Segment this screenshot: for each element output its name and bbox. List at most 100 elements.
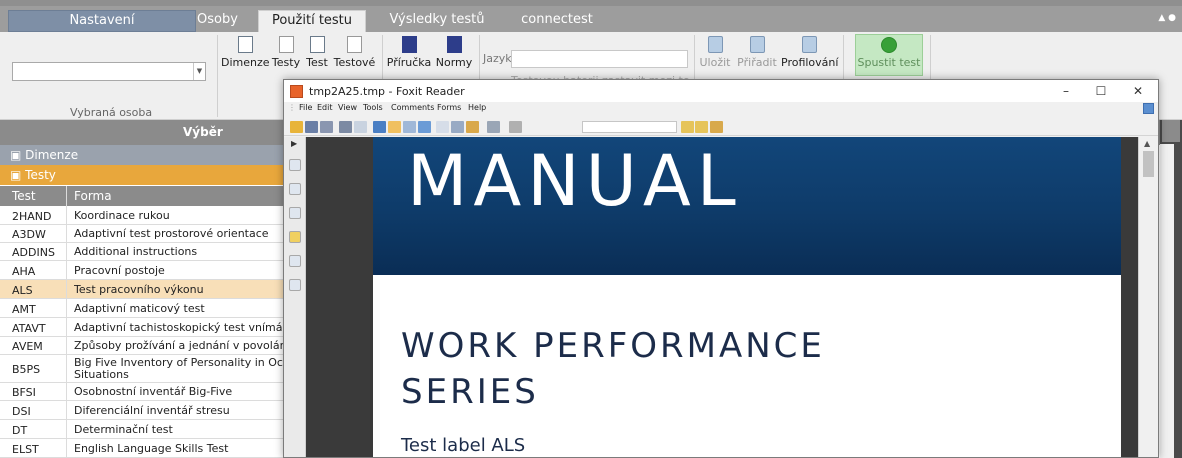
cell-forma: Adaptivní test prostorové orientace bbox=[74, 228, 269, 240]
save-as-icon[interactable] bbox=[320, 121, 333, 133]
testy-button[interactable]: Testy bbox=[271, 36, 301, 69]
stamp-icon[interactable] bbox=[466, 121, 479, 133]
table-row[interactable]: B5PS Big Five Inventory of Personality i… bbox=[0, 355, 287, 383]
ulozit-button[interactable]: Uložit bbox=[697, 36, 733, 69]
table-row[interactable]: ATAVT Adaptivní tachistoskopický test vn… bbox=[0, 318, 287, 337]
jazyk-select[interactable] bbox=[511, 50, 688, 68]
minimize-ribbon-icon[interactable]: ▲ ● bbox=[1158, 13, 1176, 23]
tab-pouziti-testu[interactable]: Použití testu bbox=[258, 10, 366, 32]
table-row[interactable]: DSI Diferenciální inventář stresu bbox=[0, 401, 287, 420]
open-icon[interactable] bbox=[290, 121, 303, 133]
menu-view[interactable]: View bbox=[338, 103, 357, 112]
table-row[interactable]: DT Determinační test bbox=[0, 420, 287, 439]
search-prev-icon[interactable] bbox=[681, 121, 694, 133]
pdf-scrollbar[interactable]: ▲ bbox=[1138, 137, 1158, 457]
pin-icon[interactable] bbox=[1143, 103, 1154, 114]
cell-forma: Koordinace rukou bbox=[74, 210, 170, 222]
search-next-icon[interactable] bbox=[695, 121, 708, 133]
comments-icon[interactable] bbox=[289, 231, 301, 243]
pages-icon[interactable] bbox=[289, 183, 301, 195]
save-icon[interactable] bbox=[305, 121, 318, 133]
profilovani-button[interactable]: Profilování bbox=[781, 36, 838, 69]
menu-tools[interactable]: Tools bbox=[363, 103, 383, 112]
testy-group-row[interactable]: ▣ Testy bbox=[0, 165, 287, 185]
expand-arrow-icon[interactable]: ▶ bbox=[291, 139, 297, 148]
dropdown-icon[interactable] bbox=[1162, 120, 1180, 142]
assign-user-icon bbox=[749, 36, 765, 53]
cell-forma: Způsoby prožívání a jednání v povolán bbox=[74, 340, 286, 352]
layers-icon[interactable] bbox=[289, 207, 301, 219]
cell-test: A3DW bbox=[12, 228, 46, 241]
close-icon[interactable]: ✕ bbox=[1130, 83, 1146, 99]
dimenze-button[interactable]: Dimenze bbox=[221, 36, 270, 69]
cell-test: ALS bbox=[12, 284, 33, 297]
typewriter-icon[interactable] bbox=[487, 121, 500, 133]
scroll-up-icon[interactable]: ▲ bbox=[1144, 139, 1150, 148]
attachments-icon[interactable] bbox=[289, 255, 301, 267]
dimenze-label: Dimenze bbox=[221, 56, 270, 69]
book-icon bbox=[401, 36, 417, 53]
prirucka-button[interactable]: Příručka bbox=[385, 36, 433, 69]
dimenze-group-row[interactable]: ▣ Dimenze bbox=[0, 145, 287, 165]
table-row[interactable]: AHA Pracovní postoje bbox=[0, 261, 287, 280]
table-row[interactable]: 2HAND Koordinace rukou bbox=[0, 207, 287, 225]
menu-comments[interactable]: Comments bbox=[391, 103, 434, 112]
ribbon-tabbar: Nastavení Osoby Použití testu Výsledky t… bbox=[0, 0, 1182, 32]
cell-test: BFSI bbox=[12, 386, 36, 399]
snapshot-icon[interactable] bbox=[436, 121, 449, 133]
person-select[interactable]: ▼ bbox=[12, 62, 206, 81]
testove-button[interactable]: Testové bbox=[332, 36, 377, 69]
priradit-button[interactable]: Přiřadit bbox=[735, 36, 779, 69]
table-row[interactable]: A3DW Adaptivní test prostorové orientace bbox=[0, 225, 287, 243]
document-icon bbox=[278, 36, 294, 53]
play-icon bbox=[881, 37, 897, 53]
tab-nastaveni[interactable]: Nastavení bbox=[8, 10, 196, 32]
table-row[interactable]: ADDINS Additional instructions bbox=[0, 243, 287, 261]
foxit-menubar: ⋮ File Edit View Tools Comments Forms He… bbox=[284, 102, 1158, 117]
table-header: Test Forma bbox=[0, 186, 287, 206]
table-row[interactable]: AVEM Způsoby prožívání a jednání v povol… bbox=[0, 337, 287, 355]
tab-connectest[interactable]: connectest bbox=[512, 10, 602, 32]
menu-file[interactable]: File bbox=[299, 103, 312, 112]
spustit-test-content: Spustit test bbox=[856, 37, 922, 69]
column-header-test[interactable]: Test bbox=[12, 189, 36, 203]
scroll-thumb[interactable] bbox=[1143, 151, 1154, 177]
zoom-icon[interactable] bbox=[403, 121, 416, 133]
image-icon[interactable] bbox=[451, 121, 464, 133]
menu-edit[interactable]: Edit bbox=[317, 103, 333, 112]
host-scrollbar[interactable] bbox=[1160, 144, 1174, 458]
cell-forma: English Language Skills Test bbox=[74, 443, 229, 455]
table-row[interactable]: BFSI Osobnostní inventář Big-Five bbox=[0, 383, 287, 401]
select-text-icon[interactable] bbox=[373, 121, 386, 133]
search-options-icon[interactable] bbox=[710, 121, 723, 133]
spustit-test-button[interactable]: Spustit test bbox=[855, 34, 923, 76]
bookmarks-icon[interactable] bbox=[289, 159, 301, 171]
signatures-icon[interactable] bbox=[289, 279, 301, 291]
test-button[interactable]: Test bbox=[303, 36, 331, 69]
search-input[interactable] bbox=[582, 121, 677, 133]
tab-vysledky-testu[interactable]: Výsledky testů bbox=[372, 10, 502, 32]
manual-banner: MANUAL bbox=[373, 137, 1121, 275]
hand-icon[interactable] bbox=[388, 121, 401, 133]
menu-help[interactable]: Help bbox=[468, 103, 486, 112]
table-row[interactable]: ELST English Language Skills Test bbox=[0, 439, 287, 458]
cell-forma: Adaptivní tachistoskopický test vnímá bbox=[74, 322, 283, 334]
table-row[interactable]: AMT Adaptivní maticový test bbox=[0, 299, 287, 318]
menu-forms[interactable]: Forms bbox=[437, 103, 461, 112]
chevron-down-icon[interactable]: ▼ bbox=[193, 63, 205, 80]
table-row-selected[interactable]: ALS Test pracovního výkonu bbox=[0, 280, 287, 299]
normy-button[interactable]: Normy bbox=[434, 36, 474, 69]
minimize-icon[interactable]: – bbox=[1058, 83, 1074, 99]
search-icon[interactable] bbox=[509, 121, 522, 133]
testy-group-label: Testy bbox=[25, 168, 56, 182]
print-icon[interactable] bbox=[339, 121, 352, 133]
tab-osoby[interactable]: Osoby bbox=[197, 10, 238, 32]
column-header-forma[interactable]: Forma bbox=[74, 189, 112, 203]
pointer-icon[interactable] bbox=[418, 121, 431, 133]
cell-test: ATAVT bbox=[12, 322, 46, 335]
pdf-canvas[interactable]: MANUAL WORK PERFORMANCE SERIES Test labe… bbox=[306, 137, 1138, 457]
email-icon[interactable] bbox=[354, 121, 367, 133]
document-icon bbox=[347, 36, 362, 53]
foxit-reader-window: tmp2A25.tmp - Foxit Reader – ☐ ✕ ⋮ File … bbox=[283, 79, 1159, 458]
maximize-icon[interactable]: ☐ bbox=[1093, 83, 1109, 99]
